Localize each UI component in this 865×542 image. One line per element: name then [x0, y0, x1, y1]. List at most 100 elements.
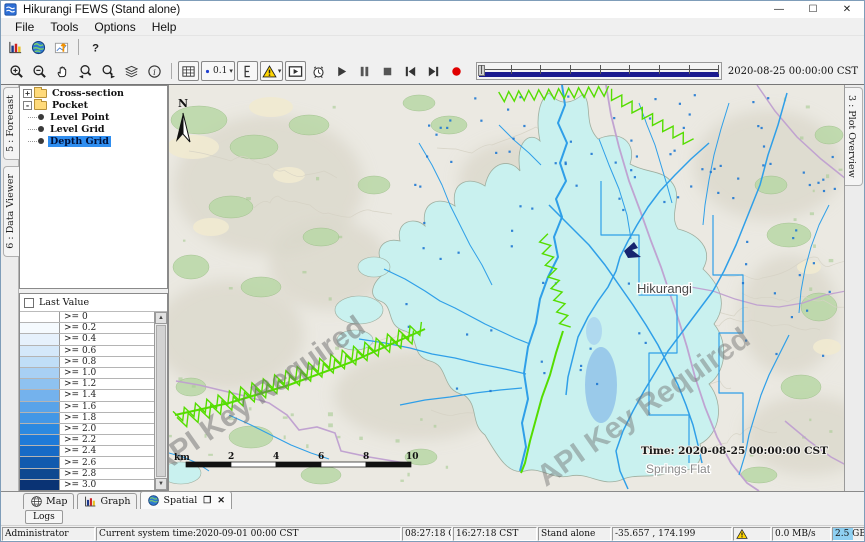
profile-icon	[240, 64, 255, 79]
legend-row[interactable]: >= 0.6	[20, 346, 154, 357]
pan-button[interactable]	[52, 61, 73, 81]
legend-scrollbar[interactable]: ▲ ▼	[154, 312, 167, 490]
tree-item-cross-section[interactable]: + Cross-section	[20, 88, 167, 100]
grid-precision-dropdown[interactable]: 0.1▾	[201, 61, 235, 81]
svg-text:8: 8	[363, 452, 369, 462]
close-panel-button[interactable]: ✕	[217, 496, 225, 506]
scroll-up-icon[interactable]: ▲	[155, 312, 167, 324]
legend-row[interactable]: >= 3.0	[20, 480, 154, 490]
legend-row[interactable]: >= 0	[20, 312, 154, 323]
grid-toggle-button[interactable]	[178, 61, 199, 81]
legend-row[interactable]: >= 2.4	[20, 446, 154, 457]
tree-item-label: Cross-section	[50, 88, 126, 99]
place-label: Springs Flat	[646, 462, 711, 476]
status-current-user: Administrator	[2, 527, 95, 541]
menu-options[interactable]: Options	[86, 20, 143, 34]
layers-button[interactable]	[121, 61, 142, 81]
zoom-out-button[interactable]	[29, 61, 50, 81]
timeline-slider[interactable]	[476, 62, 722, 80]
tree-item-level-grid[interactable]: Level Grid	[20, 123, 167, 135]
zoom-next-button[interactable]	[98, 61, 119, 81]
legend-label: >= 3.0	[60, 480, 154, 490]
legend-row[interactable]: >= 2.8	[20, 469, 154, 480]
tree-item-depth-grid[interactable]: Depth Grid	[20, 135, 167, 147]
restore-panel-button[interactable]: ❐	[203, 496, 211, 506]
legend-row[interactable]: >= 1.6	[20, 402, 154, 413]
help-button[interactable]: ?	[85, 37, 106, 57]
step-forward-button[interactable]	[423, 61, 444, 81]
stop-button[interactable]	[377, 61, 398, 81]
tree-item-pocket[interactable]: -Pocket	[20, 100, 167, 112]
legend-row[interactable]: >= 1.0	[20, 368, 154, 379]
folder-icon	[34, 101, 47, 110]
logs-row: Logs	[1, 509, 864, 525]
grid-display-button[interactable]	[51, 37, 72, 57]
legend-row[interactable]: >= 0.4	[20, 334, 154, 345]
title-bar: Hikurangi FEWS (Stand alone) —☐✕	[1, 1, 864, 18]
tab-data-viewer[interactable]: 6 : Data Viewer	[3, 166, 19, 257]
tab-plot-overview[interactable]: 3 : Plot Overview	[845, 87, 863, 186]
legend-swatch	[20, 312, 60, 322]
logs-display-button[interactable]	[5, 37, 26, 57]
tab-graph[interactable]: Graph	[77, 493, 137, 509]
legend-row[interactable]: >= 2.0	[20, 424, 154, 435]
legend-swatch	[20, 357, 60, 367]
legend-row[interactable]: >= 2.2	[20, 435, 154, 446]
bar-chart-icon	[8, 40, 23, 55]
longitudinal-profile-button[interactable]	[237, 61, 258, 81]
grid-icon	[181, 64, 196, 79]
step-back-icon	[403, 64, 418, 79]
legend-row[interactable]: >= 2.6	[20, 457, 154, 468]
hand-icon	[55, 64, 70, 79]
tab-map[interactable]: Map	[23, 493, 74, 509]
legend-label: >= 2.0	[60, 424, 154, 434]
info-button[interactable]: i	[144, 61, 165, 81]
zoom-in-button[interactable]	[6, 61, 27, 81]
step-backward-button[interactable]	[400, 61, 421, 81]
play-button[interactable]	[331, 61, 352, 81]
collapse-icon[interactable]: -	[23, 101, 32, 110]
pause-button[interactable]	[354, 61, 375, 81]
scroll-down-icon[interactable]: ▼	[155, 478, 167, 490]
menu-help[interactable]: Help	[144, 20, 185, 34]
tree-item-level-point[interactable]: Level Point	[20, 112, 167, 124]
legend-label: >= 2.2	[60, 435, 154, 445]
legend-row[interactable]: >= 0.8	[20, 357, 154, 368]
warning-icon	[262, 64, 277, 79]
map-view[interactable]: N Hikurangi Springs Flat API Key Require…	[169, 85, 844, 491]
maximize-button[interactable]: ☐	[796, 1, 830, 18]
window-title: Hikurangi FEWS (Stand alone)	[23, 4, 180, 16]
menu-file[interactable]: File	[7, 20, 42, 34]
scale-bar-segment	[231, 462, 276, 467]
expand-icon[interactable]: +	[23, 89, 32, 98]
legend-row[interactable]: >= 1.8	[20, 413, 154, 424]
status-system-time: Current system time:2020-09-01 00:00 CST	[96, 527, 401, 541]
zoom-previous-button[interactable]	[75, 61, 96, 81]
legend-swatch	[20, 457, 60, 467]
tab-spatial[interactable]: Spatial❐✕	[140, 491, 231, 509]
legend-row[interactable]: >= 0.2	[20, 323, 154, 334]
tree-item-label: Level Point	[48, 112, 111, 123]
minimize-button[interactable]: —	[762, 1, 796, 18]
logs-button[interactable]: Logs	[25, 510, 63, 524]
map-time-label: Time: 2020-08-25 00:00:00 CST	[641, 445, 828, 457]
legend-row[interactable]: >= 1.2	[20, 379, 154, 390]
movie-icon	[288, 64, 303, 79]
scroll-thumb[interactable]	[156, 325, 166, 477]
legend-row[interactable]: >= 1.4	[20, 390, 154, 401]
tab-label: Graph	[100, 496, 130, 507]
warnings-dropdown[interactable]: ▾	[260, 61, 284, 81]
zoom-next-icon	[101, 64, 116, 79]
status-bar: AdministratorCurrent system time:2020-09…	[1, 525, 864, 542]
record-button[interactable]	[446, 61, 467, 81]
legend-label: >= 1.0	[60, 368, 154, 378]
menu-tools[interactable]: Tools	[42, 20, 86, 34]
animation-timer-button[interactable]	[308, 61, 329, 81]
status-download-rate: 0.0 MB/s	[772, 527, 831, 541]
last-value-checkbox[interactable]	[24, 298, 34, 308]
spatial-display-button[interactable]	[28, 37, 49, 57]
close-button[interactable]: ✕	[830, 1, 864, 18]
svg-text:6: 6	[318, 452, 324, 462]
tab-forecast[interactable]: 5 : Forecast	[3, 87, 19, 160]
animation-button[interactable]	[285, 61, 306, 81]
